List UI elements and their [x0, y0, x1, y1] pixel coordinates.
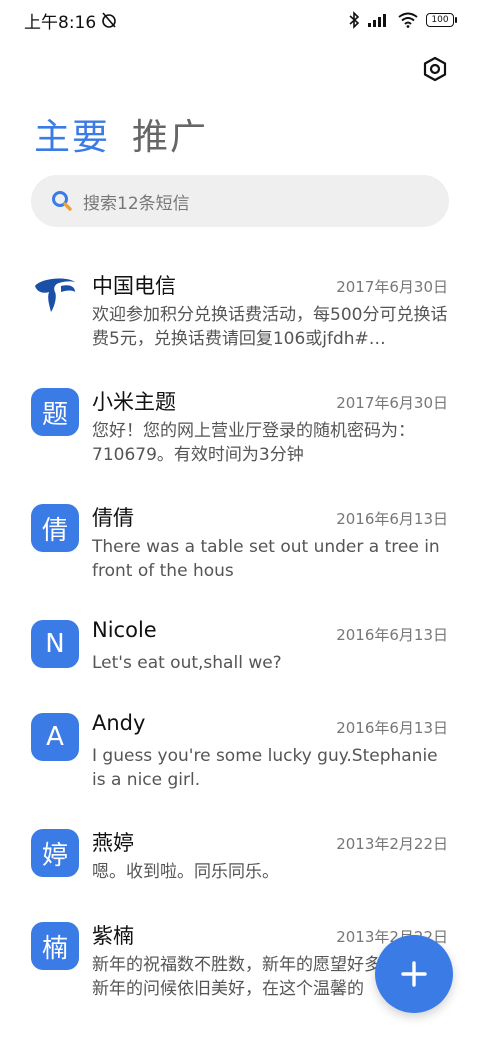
conversation-date: 2016年6月13日 — [336, 719, 448, 737]
conversation-name: 紫楠 — [92, 924, 134, 948]
cellular-signal-icon — [368, 14, 386, 27]
conversation-preview: 嗯。收到啦。同乐同乐。 — [92, 862, 279, 882]
china-telecom-logo-icon — [31, 272, 79, 320]
conversation-preview: I guess you're some lucky guy.Stephanie … — [92, 746, 438, 790]
conversation-date: 2017年6月30日 — [336, 394, 448, 412]
conversation-date: 2017年6月30日 — [336, 278, 448, 296]
conversation-name: 燕婷 — [92, 831, 134, 855]
conversation-avatar: 题 — [31, 388, 79, 436]
tab-promotions[interactable]: 推广 — [132, 108, 208, 160]
status-time: 上午8:16 — [24, 12, 97, 33]
alarm-muted-icon — [102, 12, 116, 28]
status-bar: 上午8:16 100 — [0, 0, 480, 40]
conversation-preview: 您好！您的网上营业厅登录的随机密码为：710679。有效时间为3分钟 — [92, 421, 415, 465]
conversation-name: 小米主题 — [92, 390, 176, 414]
conversation-avatar: 婷 — [31, 829, 79, 877]
conversation-avatar: 倩 — [31, 504, 79, 552]
battery-level: 100 — [431, 15, 449, 25]
conversation-item[interactable]: N Nicole 2016年6月13日 Let's eat out,shall … — [0, 618, 480, 718]
conversation-date: 2016年6月13日 — [336, 626, 448, 644]
new-message-button[interactable] — [375, 935, 453, 1013]
status-left: 上午8:16 — [24, 8, 118, 33]
conversation-avatar: 楠 — [31, 922, 79, 970]
conversation-date: 2016年6月13日 — [336, 510, 448, 528]
conversation-name: Andy — [92, 711, 146, 735]
conversation-item[interactable]: A Andy 2016年6月13日 I guess you're some lu… — [0, 711, 480, 811]
tab-primary[interactable]: 主要 — [34, 108, 110, 160]
conversation-item[interactable]: 题 小米主题 2017年6月30日 您好！您的网上营业厅登录的随机密码为：710… — [0, 386, 480, 486]
settings-button[interactable] — [420, 54, 450, 84]
settings-hexagon-icon — [423, 56, 447, 82]
conversation-preview: Let's eat out,shall we? — [92, 653, 282, 673]
status-right: 100 — [348, 11, 457, 29]
conversation-avatar: A — [31, 713, 79, 761]
conversation-item[interactable]: 中国电信 2017年6月30日 欢迎参加积分兑换话费活动，每500分可兑换话费5… — [0, 270, 480, 370]
bluetooth-icon — [349, 11, 360, 29]
search-bar[interactable]: 搜索12条短信 — [31, 175, 449, 227]
conversation-name: 中国电信 — [92, 274, 176, 298]
tabs: 主要 推广 — [34, 108, 208, 160]
conversation-item[interactable]: 婷 燕婷 2013年2月22日 嗯。收到啦。同乐同乐。 — [0, 827, 480, 927]
conversation-item[interactable]: 倩 倩倩 2016年6月13日 There was a table set ou… — [0, 502, 480, 602]
search-placeholder: 搜索12条短信 — [83, 193, 190, 214]
conversation-preview: 欢迎参加积分兑换话费活动，每500分可兑换话费5元，兑换话费请回复106或jfd… — [92, 305, 448, 349]
conversation-date: 2013年2月22日 — [336, 835, 448, 853]
conversation-preview: There was a table set out under a tree i… — [92, 537, 440, 581]
conversation-name: Nicole — [92, 618, 157, 642]
search-icon — [52, 191, 72, 211]
conversation-avatar: N — [31, 620, 79, 668]
battery-icon: 100 — [426, 13, 457, 27]
wifi-icon — [398, 12, 418, 28]
plus-icon — [401, 961, 427, 987]
conversation-name: 倩倩 — [92, 506, 134, 530]
